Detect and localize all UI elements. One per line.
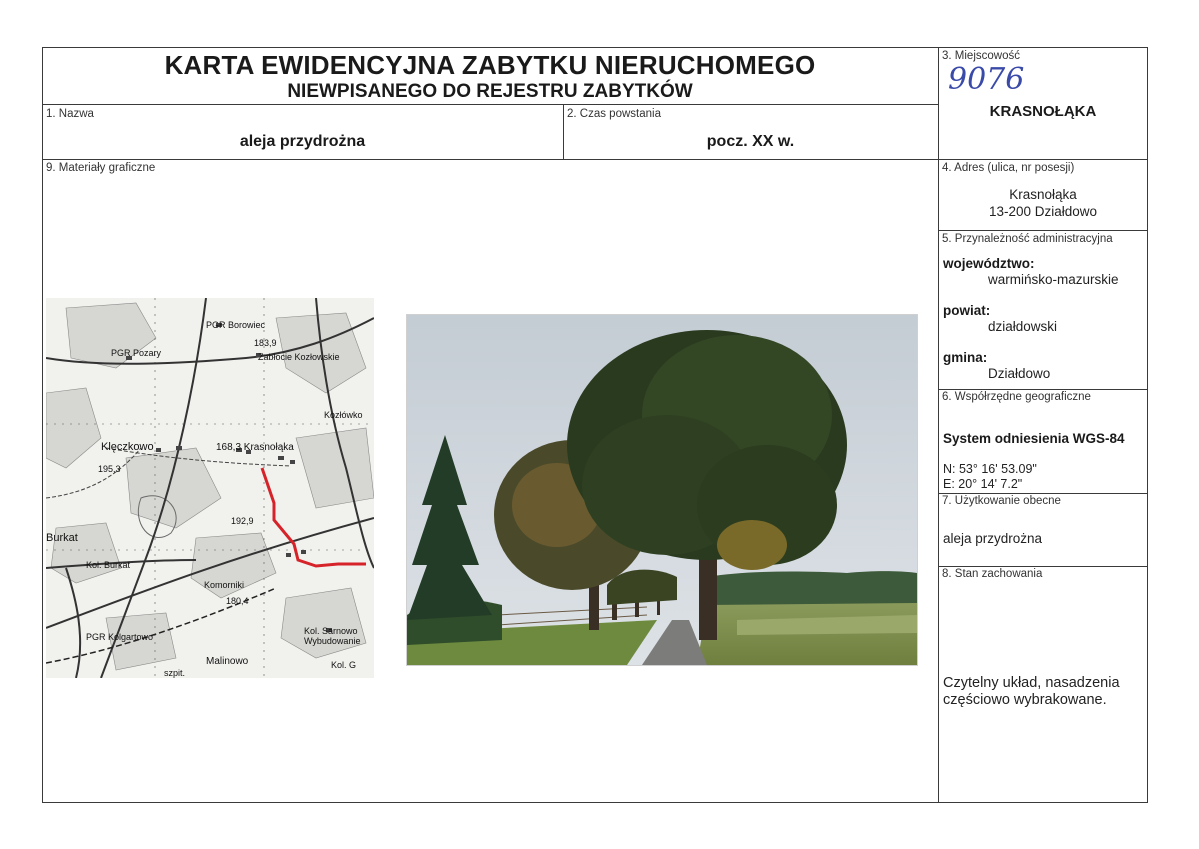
coord-n: N: 53° 16' 53.09" xyxy=(943,462,1037,476)
map-label-kolg: Kol. G xyxy=(331,660,356,670)
inventory-card-page: { "header": { "title_line1": "KARTA EWID… xyxy=(0,0,1199,849)
divider-8 xyxy=(938,566,1148,567)
wspolrzedne-label: 6. Współrzędne geograficzne xyxy=(942,391,1091,403)
miejscowosc-label: 3. Miejscowość xyxy=(942,50,1020,62)
map-label-kol-burkat: Kol. Burkat xyxy=(86,560,131,570)
materialy-label: 9. Materiały graficzne xyxy=(46,162,156,174)
stan-label: 8. Stan zachowania xyxy=(942,568,1043,580)
map-label-kleczkowo: Klęczkowo xyxy=(101,441,154,453)
nazwa-label: 1. Nazwa xyxy=(46,108,94,120)
map-label-sarnowo: Kol. Sarnowo xyxy=(304,626,358,636)
frame-top xyxy=(42,47,1148,48)
header-divider xyxy=(42,104,938,105)
card-title: KARTA EWIDENCYJNA ZABYTKU NIERUCHOMEGO xyxy=(164,50,816,80)
administracja-label: 5. Przynależność administracyjna xyxy=(942,233,1113,245)
czas-value: pocz. XX w. xyxy=(706,133,795,150)
map-label-1839: 183,9 xyxy=(254,338,277,348)
adres-line2: 13-200 Działdowo xyxy=(988,204,1098,219)
photo-drawing xyxy=(407,315,917,665)
uzytkowanie-value: aleja przydrożna xyxy=(943,531,1043,546)
map-label-borowiec: PGR Borowiec xyxy=(206,320,266,330)
divider-6 xyxy=(938,389,1148,390)
divider-5 xyxy=(938,230,1148,231)
map-label-zablocie: Zabłocie Kozłowskie xyxy=(258,352,340,362)
adres-label: 4. Adres (ulica, nr posesji) xyxy=(942,162,1075,174)
map-label-szpit: szpit. xyxy=(164,668,185,678)
divider-7 xyxy=(938,493,1148,494)
frame-right xyxy=(1147,47,1148,802)
map-label-kozlowko: Kozłówko xyxy=(324,410,363,420)
card-subtitle: NIEWPISANEGO DO REJESTRU ZABYTKÓW xyxy=(287,81,693,102)
wgs-system: System odniesienia WGS-84 xyxy=(943,431,1125,446)
wojewodztwo-label: województwo: xyxy=(943,256,1035,271)
adres-line1: Krasnołąka xyxy=(1009,187,1077,202)
stan-line2: częściowo wybrakowane. xyxy=(943,692,1107,708)
stan-line1: Czytelny układ, nasadzenia xyxy=(943,675,1120,691)
gmina-label: gmina: xyxy=(943,350,988,365)
map-drawing: PGR Borowiec 183,9 Zabłocie Kozłowskie P… xyxy=(46,298,374,678)
alley-photograph xyxy=(406,314,918,666)
main-divider xyxy=(42,159,1148,160)
powiat-value: działdowski xyxy=(988,319,1058,334)
map-label-kolgartowo: PGR Kolgartowo xyxy=(86,632,153,642)
frame-left xyxy=(42,47,43,802)
coord-e: E: 20° 14' 7.2" xyxy=(943,477,1023,491)
right-column-divider xyxy=(938,47,939,802)
map-label-malinowo: Malinowo xyxy=(206,656,249,667)
topographic-map: PGR Borowiec 183,9 Zabłocie Kozłowskie P… xyxy=(46,298,374,678)
handwritten-number: 9076 xyxy=(948,62,1025,97)
map-label-1929: 192,9 xyxy=(231,516,254,526)
map-label-1953: 195,3 xyxy=(98,464,121,474)
map-label-burkat: Burkat xyxy=(46,532,78,544)
nazwa-value: aleja przydrożna xyxy=(239,133,366,150)
miejscowosc-value: KRASNOŁĄKA xyxy=(989,103,1097,120)
name-time-divider xyxy=(563,104,564,160)
gmina-value: Działdowo xyxy=(988,366,1051,381)
frame-bottom xyxy=(42,802,1148,803)
map-label-pozary: PGR Pozary xyxy=(111,348,162,358)
map-label-wybudowanie: Wybudowanie xyxy=(304,636,360,646)
powiat-label: powiat: xyxy=(943,303,991,318)
map-label-1804: 180,4 xyxy=(226,596,249,606)
wojewodztwo-value: warmińsko-mazurskie xyxy=(988,272,1119,287)
czas-label: 2. Czas powstania xyxy=(567,108,661,120)
map-label-komorniki: Komorniki xyxy=(204,580,244,590)
uzytkowanie-label: 7. Użytkowanie obecne xyxy=(942,495,1061,507)
map-label-krasnolaka: 168,3 Krasnołąka xyxy=(216,442,294,453)
